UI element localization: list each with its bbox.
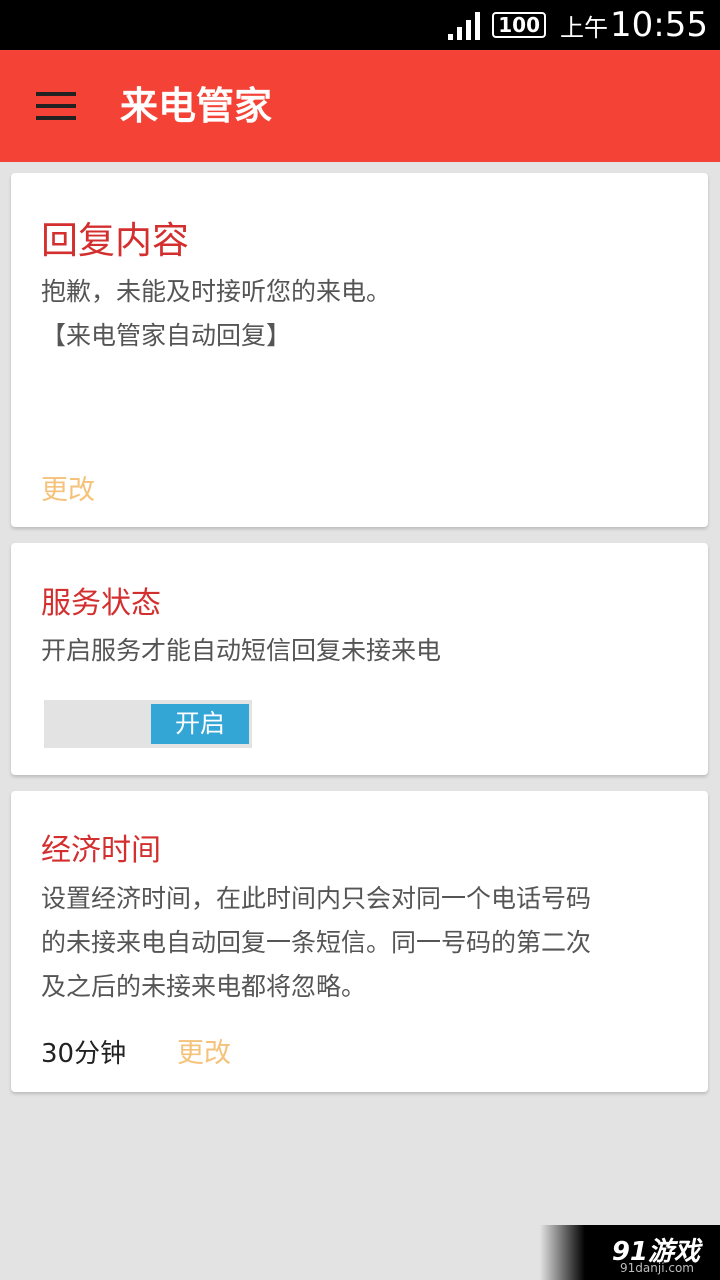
economy-description-line1: 设置经济时间，在此时间内只会对同一个电话号码 — [41, 884, 592, 913]
reply-message-line2: 【来电管家自动回复】 — [41, 321, 292, 350]
service-card-title: 服务状态 — [41, 586, 161, 621]
status-bar: 100 上午 10:55 — [0, 0, 720, 50]
economy-time-value: 30分钟 — [41, 1039, 127, 1069]
economy-card-title: 经济时间 — [41, 833, 161, 868]
app-bar: 来电管家 — [0, 50, 720, 162]
hamburger-menu-icon[interactable] — [36, 92, 76, 120]
service-toggle[interactable]: 开启 — [44, 700, 252, 748]
clock: 10:55 — [610, 5, 708, 45]
battery-level: 100 — [498, 13, 541, 37]
reply-content-card: 回复内容 抱歉，未能及时接听您的来电。 【来电管家自动回复】 更改 — [11, 173, 708, 527]
service-status-card: 服务状态 开启服务才能自动短信回复未接来电 开启 — [11, 543, 708, 775]
watermark-url: 91danji.com — [620, 1261, 694, 1275]
watermark-logo: 91游戏 91danji.com — [540, 1225, 720, 1280]
service-toggle-on[interactable]: 开启 — [151, 704, 249, 744]
app-title: 来电管家 — [120, 84, 273, 128]
signal-strength-icon — [448, 10, 481, 40]
reply-change-button[interactable]: 更改 — [41, 468, 95, 507]
economy-change-button[interactable]: 更改 — [177, 1031, 231, 1070]
time-period: 上午 — [560, 13, 609, 42]
battery-icon: 100 — [492, 12, 547, 38]
economy-time-card: 经济时间 设置经济时间，在此时间内只会对同一个电话号码 的未接来电自动回复一条短… — [11, 791, 708, 1092]
economy-description-line2: 的未接来电自动回复一条短信。同一号码的第二次 — [41, 928, 592, 957]
economy-description-line3: 及之后的未接来电都将忽略。 — [41, 972, 367, 1001]
reply-card-title: 回复内容 — [41, 219, 189, 262]
service-description: 开启服务才能自动短信回复未接来电 — [41, 636, 442, 665]
reply-message-line1: 抱歉，未能及时接听您的来电。 — [41, 277, 392, 306]
